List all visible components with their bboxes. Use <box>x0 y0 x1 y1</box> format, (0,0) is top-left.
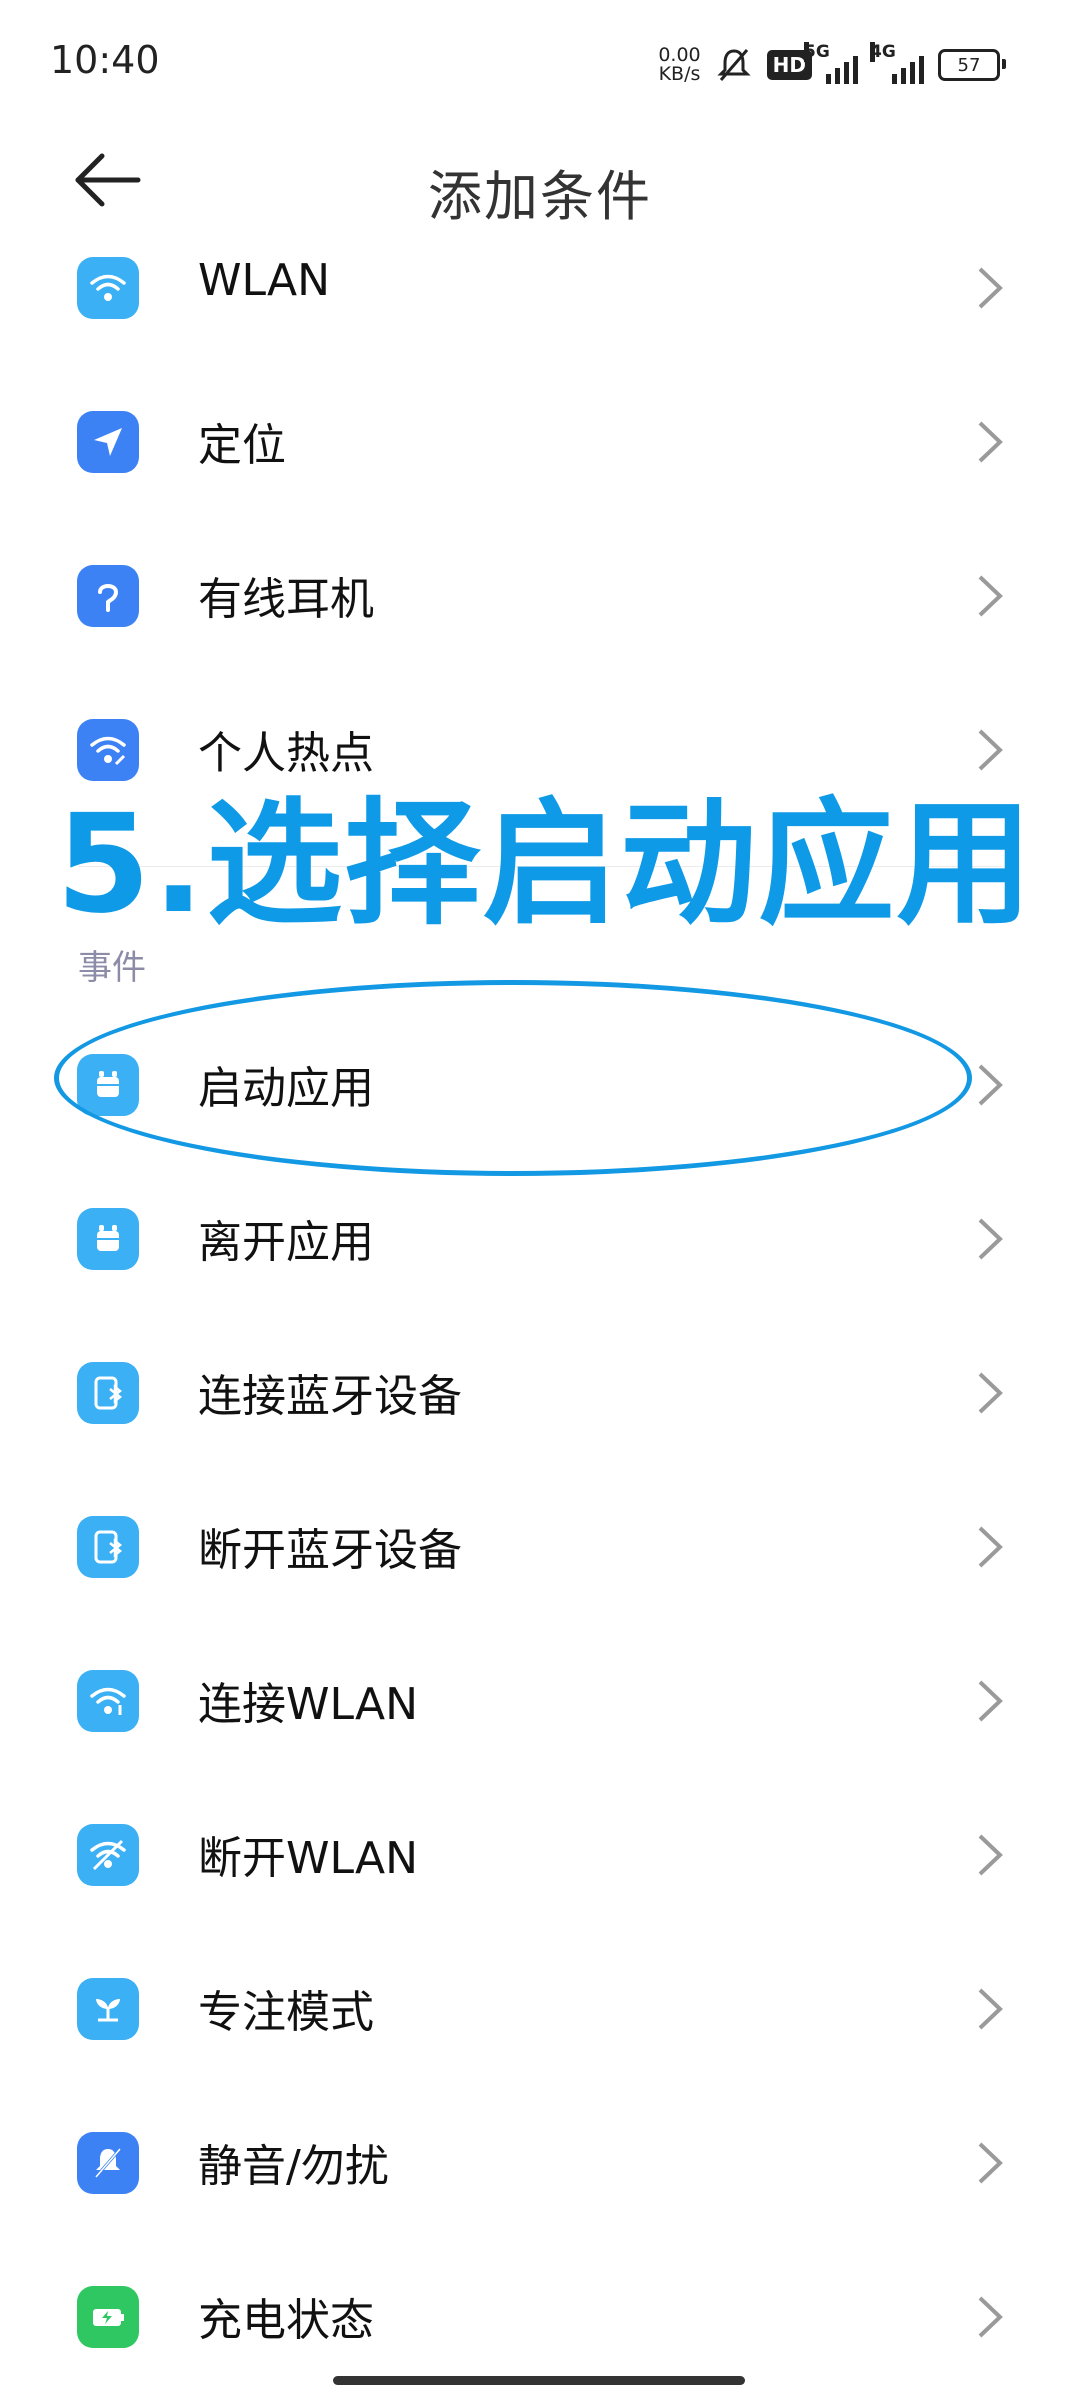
status-time: 10:40 <box>50 38 160 82</box>
header: 添加条件 <box>0 140 1080 228</box>
chevron-right-icon <box>978 1834 1003 1876</box>
chevron-right-icon <box>978 1218 1003 1260</box>
list-item-disconnect-wlan[interactable]: 断开WLAN <box>0 1778 1080 1932</box>
bluetooth-device-icon <box>77 1362 139 1424</box>
chevron-right-icon <box>978 1372 1003 1414</box>
chevron-right-icon <box>978 421 1003 463</box>
item-label: 专注模式 <box>198 1987 374 2038</box>
item-label: 断开WLAN <box>198 1833 419 1884</box>
item-label: WLAN <box>198 255 331 306</box>
focus-sprout-icon <box>77 1978 139 2040</box>
chevron-right-icon <box>978 729 1003 771</box>
item-label: 个人热点 <box>198 728 374 779</box>
section-label-events: 事件 <box>78 948 146 988</box>
list-item-leave-app[interactable]: 离开应用 <box>0 1162 1080 1316</box>
item-label: 断开蓝牙设备 <box>198 1525 462 1576</box>
wifi-disconnect-icon <box>77 1824 139 1886</box>
status-icons: 0.00 KB/s HD 5G 4G 57 <box>658 40 1006 90</box>
chevron-right-icon <box>978 1064 1003 1106</box>
tutorial-instruction-overlay: 5.选择启动应用 <box>56 786 1035 944</box>
list-item-focus-mode[interactable]: 专注模式 <box>0 1932 1080 2086</box>
item-label: 有线耳机 <box>198 574 374 625</box>
chevron-right-icon <box>978 2296 1003 2338</box>
signal-4g-icon: 4G <box>870 42 924 84</box>
mute-bell-icon <box>77 2132 139 2194</box>
chevron-right-icon <box>978 267 1003 309</box>
list-item-connect-bluetooth[interactable]: 连接蓝牙设备 <box>0 1316 1080 1470</box>
charging-battery-icon <box>77 2286 139 2348</box>
list-item-disconnect-bluetooth[interactable]: 断开蓝牙设备 <box>0 1470 1080 1624</box>
location-arrow-icon <box>77 411 139 473</box>
wifi-icon <box>77 257 139 319</box>
hotspot-icon <box>77 719 139 781</box>
list-item-connect-wlan[interactable]: 连接WLAN <box>0 1624 1080 1778</box>
status-bar: 10:40 0.00 KB/s HD 5G 4G 57 <box>0 0 1080 130</box>
signal-5g-icon: 5G <box>804 42 858 84</box>
item-label: 连接蓝牙设备 <box>198 1371 462 1422</box>
chevron-right-icon <box>978 1988 1003 2030</box>
app-leave-icon <box>77 1208 139 1270</box>
list-item-mute-dnd[interactable]: 静音/勿扰 <box>0 2086 1080 2240</box>
list-item-location[interactable]: 定位 <box>0 365 1080 519</box>
item-label: 连接WLAN <box>198 1679 419 1730</box>
item-label: 充电状态 <box>198 2295 374 2346</box>
chevron-right-icon <box>978 575 1003 617</box>
home-indicator[interactable] <box>333 2376 745 2385</box>
wired-earphone-icon <box>77 565 139 627</box>
list-item-charging[interactable]: 充电状态 <box>0 2240 1080 2394</box>
item-label: 静音/勿扰 <box>198 2141 389 2192</box>
chevron-right-icon <box>978 1526 1003 1568</box>
list-item-wlan[interactable]: WLAN <box>0 211 1080 365</box>
item-label: 离开应用 <box>198 1217 374 1268</box>
network-speed: 0.00 KB/s <box>658 44 701 85</box>
bluetooth-disconnect-icon <box>77 1516 139 1578</box>
battery-icon: 57 <box>938 49 1006 81</box>
highlight-ellipse <box>54 980 972 1176</box>
list-item-wired-earphone[interactable]: 有线耳机 <box>0 519 1080 673</box>
chevron-right-icon <box>978 2142 1003 2184</box>
item-label: 定位 <box>198 420 286 471</box>
mute-icon <box>717 49 751 81</box>
chevron-right-icon <box>978 1680 1003 1722</box>
wifi-connect-icon <box>77 1670 139 1732</box>
